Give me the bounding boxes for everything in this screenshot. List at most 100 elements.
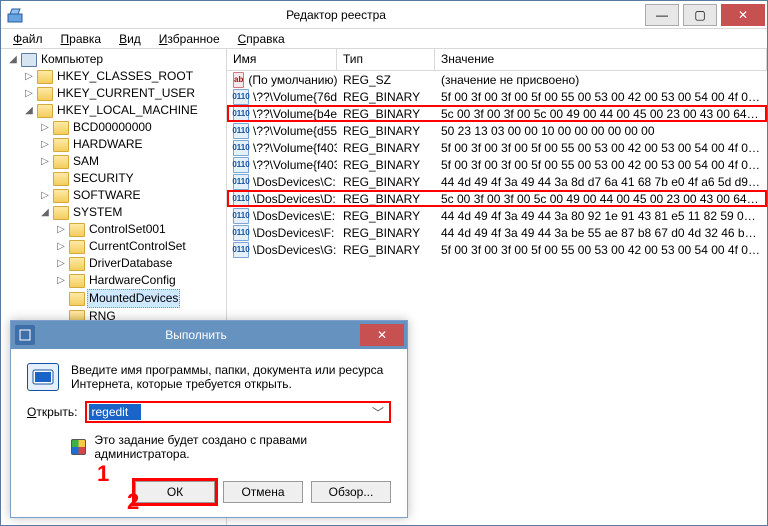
run-cancel-button[interactable]: Отмена [223,481,303,503]
regedit-app-icon [7,7,23,23]
tree-label: HKEY_CLASSES_ROOT [55,68,195,85]
run-open-input[interactable] [89,404,141,420]
chevron-down-icon[interactable]: ﹀ [370,405,386,419]
expand-icon[interactable]: ▷ [55,258,67,270]
tree-controlset001[interactable]: ▷ControlSet001 [53,221,226,238]
list-row[interactable]: 0110\??\Volume{b4e...REG_BINARY5c 00 3f … [227,105,767,122]
tree-currentcontrolset[interactable]: ▷ CurrentControlSet [53,238,226,255]
run-open-combo[interactable]: ﹀ [85,401,391,423]
binary-value-icon: 0110 [233,242,249,258]
value-type: REG_BINARY [337,90,435,104]
minimize-button[interactable]: — [645,4,679,26]
value-data: 5c 00 3f 00 3f 00 5c 00 49 00 44 00 45 0… [435,192,767,206]
tree-bcd[interactable]: ▷BCD00000000 [37,119,226,136]
close-button[interactable]: ✕ [721,4,765,26]
list-row[interactable]: 0110\??\Volume{f403...REG_BINARY5f 00 3f… [227,156,767,173]
menu-view[interactable]: Вид [111,31,149,47]
shield-icon [71,439,86,455]
value-data: 5f 00 3f 00 3f 00 5f 00 55 00 53 00 42 0… [435,243,767,257]
tree-label: MountedDevices [87,289,180,308]
tree-label: CurrentControlSet [87,238,188,255]
value-type: REG_BINARY [337,124,435,138]
value-name: (По умолчанию) [248,73,337,87]
tree-mounteddevices[interactable]: MountedDevices [53,289,226,308]
list-row[interactable]: 0110\DosDevices\E:REG_BINARY44 4d 49 4f … [227,207,767,224]
tree-software[interactable]: ▷SOFTWARE [37,187,226,204]
run-ok-button[interactable]: ОК [135,481,215,503]
value-name: \DosDevices\D: [253,192,336,206]
expand-icon[interactable]: ▷ [55,241,67,253]
col-header-value[interactable]: Значение [435,49,767,70]
menu-edit[interactable]: Правка [53,31,110,47]
expand-icon[interactable]: ◢ [23,105,35,117]
expand-icon[interactable]: ◢ [7,54,19,66]
expand-icon[interactable]: ▷ [39,190,51,202]
menu-file[interactable]: Файл [5,31,51,47]
value-name: \??\Volume{d55... [253,124,337,138]
expand-icon[interactable]: ▷ [39,139,51,151]
tree-hardware[interactable]: ▷HARDWARE [37,136,226,153]
expand-icon[interactable]: ▷ [39,122,51,134]
titlebar: Редактор реестра — ▢ ✕ [1,1,767,29]
value-data: 5c 00 3f 00 3f 00 5c 00 49 00 44 00 45 0… [435,107,767,121]
list-row[interactable]: 0110\DosDevices\C:REG_BINARY44 4d 49 4f … [227,173,767,190]
expand-icon[interactable]: ▷ [55,224,67,236]
menu-help[interactable]: Справка [230,31,293,47]
list-row[interactable]: 0110 \??\Volume{d55...REG_BINARY50 23 13 … [227,122,767,139]
folder-icon [69,257,85,271]
expand-icon[interactable]: ▷ [23,71,35,83]
expand-icon[interactable]: ▷ [39,156,51,168]
folder-icon [53,121,69,135]
tree-sam[interactable]: ▷SAM [37,153,226,170]
run-info-row: Введите имя программы, папки, документа … [27,363,391,391]
run-open-label: Открыть: [27,405,77,419]
list-row[interactable]: 0110\??\Volume{f403...REG_BINARY5f 00 3f… [227,139,767,156]
list-row[interactable]: 0110\??\Volume{76d...REG_BINARY5f 00 3f … [227,88,767,105]
value-type: REG_BINARY [337,209,435,223]
binary-value-icon: 0110 [233,225,249,241]
list-row[interactable]: 0110\DosDevices\F:REG_BINARY44 4d 49 4f … [227,224,767,241]
expand-icon[interactable]: ▷ [55,275,67,287]
tree-hklm[interactable]: ◢HKEY_LOCAL_MACHINE [21,102,226,119]
tree-label: DriverDatabase [87,255,174,272]
value-name: \??\Volume{f403... [253,158,337,172]
expand-icon[interactable]: ◢ [39,207,51,219]
run-browse-button[interactable]: Обзор... [311,481,391,503]
run-button-row: ОК Отмена Обзор... [27,481,391,507]
tree-hkcu[interactable]: ▷HKEY_CURRENT_USER [21,85,226,102]
run-app-icon [15,325,35,345]
list-row[interactable]: ab(По умолчанию)REG_SZ(значение не присв… [227,71,767,88]
list-row[interactable]: 0110\DosDevices\G:REG_BINARY5f 00 3f 00 … [227,241,767,258]
maximize-button[interactable]: ▢ [683,4,717,26]
tree-hardwareconfig[interactable]: ▷HardwareConfig [53,272,226,289]
tree-root-computer[interactable]: ◢ Компьютер [5,51,226,68]
tree-hkcr[interactable]: ▷ HKEY_CLASSES_ROOT [21,68,226,85]
tree-label: SECURITY [71,170,136,187]
value-type: REG_BINARY [337,192,435,206]
run-close-button[interactable]: ✕ [360,324,404,346]
value-data: 50 23 13 03 00 00 10 00 00 00 00 00 00 [435,124,767,138]
value-type: REG_BINARY [337,243,435,257]
tree-driverdatabase[interactable]: ▷ DriverDatabase [53,255,226,272]
col-header-type[interactable]: Тип [337,49,435,70]
list-row[interactable]: 0110 \DosDevices\D:REG_BINARY5c 00 3f 00 … [227,190,767,207]
menu-favorites[interactable]: Избранное [151,31,228,47]
folder-icon [69,292,85,306]
computer-icon [21,53,37,67]
tree-system[interactable]: ◢SYSTEM [37,204,226,221]
value-type: REG_BINARY [337,175,435,189]
annotation-1: 1 [97,461,109,487]
binary-value-icon: 0110 [233,191,249,207]
folder-icon [69,240,85,254]
expand-icon[interactable]: ▷ [23,88,35,100]
folder-icon [37,70,53,84]
expand-icon[interactable] [39,173,51,185]
binary-value-icon: 0110 [233,123,249,139]
value-name: \??\Volume{f403... [253,141,337,155]
value-name: \DosDevices\C: [253,175,336,189]
expand-icon[interactable] [55,293,67,305]
col-header-name[interactable]: Имя [227,49,337,70]
value-data: 44 4d 49 4f 3a 49 44 3a 8d d7 6a 41 68 7… [435,175,767,189]
tree-security[interactable]: SECURITY [37,170,226,187]
value-name: \??\Volume{b4e... [253,107,337,121]
